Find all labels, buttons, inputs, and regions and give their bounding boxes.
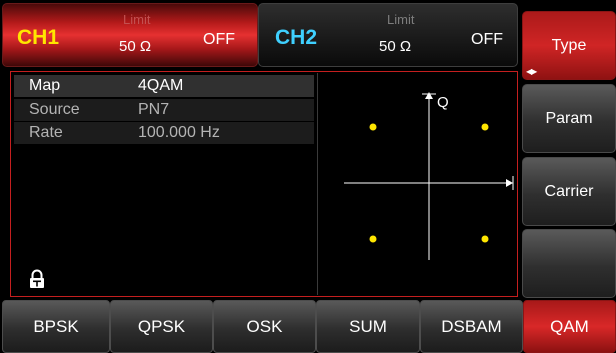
- constellation-point-2: [481, 123, 489, 131]
- lock-icon: [30, 269, 44, 288]
- modulation-parameter-panel: Map 4QAM Source PN7 Rate 100.000 Hz Q I: [10, 71, 518, 297]
- ch2-status-panel[interactable]: CH2 Limit 50 Ω OFF: [258, 3, 518, 67]
- ch1-limit-label: Limit: [123, 12, 151, 27]
- ch1-impedance: 50 Ω: [119, 38, 152, 55]
- constellation-diagram: Q I: [344, 92, 514, 260]
- tab-sum[interactable]: SUM: [316, 300, 420, 353]
- ch2-output-state: OFF: [471, 31, 503, 48]
- ch2-label: CH2: [275, 26, 318, 49]
- ch1-status-panel[interactable]: CH1 Limit 50 Ω OFF: [2, 3, 258, 67]
- softkey-param[interactable]: Param: [522, 84, 616, 153]
- softkey-carrier[interactable]: Carrier: [522, 157, 616, 226]
- ch2-impedance: 50 Ω: [379, 38, 412, 55]
- param-map-value: 4QAM: [138, 77, 184, 94]
- constellation-point-4: [481, 235, 489, 243]
- softkey-carrier-label: Carrier: [544, 182, 594, 200]
- tab-sum-label: SUM: [349, 316, 387, 336]
- i-axis-arrow-icon: [506, 179, 513, 187]
- softkey-type-label: Type: [551, 36, 587, 54]
- param-row-map[interactable]: Map 4QAM: [14, 75, 314, 97]
- param-map-key: Map: [29, 77, 61, 94]
- softkey-type[interactable]: Type ◀▶: [522, 11, 616, 80]
- tab-qpsk[interactable]: QPSK: [110, 300, 213, 353]
- param-rate-value: 100.000 Hz: [138, 124, 220, 141]
- tab-qam[interactable]: QAM: [523, 300, 616, 353]
- tab-bpsk[interactable]: BPSK: [2, 300, 110, 353]
- tab-dsbam[interactable]: DSBAM: [420, 300, 523, 353]
- constellation-point-3: [369, 235, 377, 243]
- left-right-arrows-icon: ◀▶: [526, 67, 537, 76]
- softkey-blank[interactable]: [522, 229, 616, 298]
- q-axis-arrow-icon: [425, 92, 433, 99]
- tab-dsbam-label: DSBAM: [441, 316, 502, 336]
- q-axis-label: Q: [437, 94, 449, 111]
- constellation-point-1: [369, 123, 377, 131]
- tab-bpsk-label: BPSK: [33, 316, 79, 336]
- param-source-value: PN7: [138, 101, 170, 118]
- tab-qam-label: QAM: [550, 316, 589, 336]
- param-rate-key: Rate: [29, 124, 63, 141]
- tab-osk[interactable]: OSK: [213, 300, 316, 353]
- ch1-label: CH1: [17, 26, 60, 49]
- ch1-output-state: OFF: [203, 31, 235, 48]
- tab-osk-label: OSK: [246, 316, 283, 336]
- param-row-source[interactable]: Source PN7: [14, 99, 314, 121]
- param-source-key: Source: [29, 101, 80, 118]
- param-row-rate[interactable]: Rate 100.000 Hz: [14, 122, 314, 144]
- softkey-param-label: Param: [545, 109, 593, 127]
- tab-qpsk-label: QPSK: [137, 316, 186, 336]
- ch2-limit-label: Limit: [387, 12, 415, 27]
